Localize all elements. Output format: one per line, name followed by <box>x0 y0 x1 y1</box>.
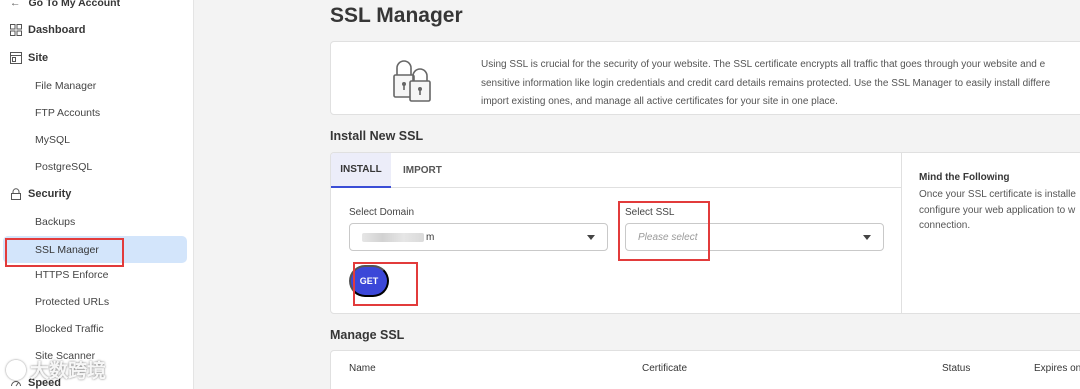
select-domain-dropdown[interactable]: m <box>349 223 608 251</box>
column-header-status: Status <box>942 363 971 374</box>
mind-following-title: Mind the Following <box>919 172 1010 183</box>
manage-ssl-table: Name Certificate Status Expires on <box>330 350 1080 389</box>
sidebar-item-dashboard[interactable]: Dashboard <box>0 17 194 43</box>
padlocks-illustration-icon <box>389 56 437 109</box>
column-header-name: Name <box>349 363 376 374</box>
sidebar-item-site[interactable]: Site <box>0 45 194 71</box>
highlight-box-select-ssl <box>618 201 710 261</box>
ssl-info-card: Using SSL is crucial for the security of… <box>330 41 1080 115</box>
highlight-box-ssl-manager <box>5 238 124 267</box>
sidebar-item-protected-urls[interactable]: Protected URLs <box>0 289 194 315</box>
select-domain-label: Select Domain <box>349 207 415 218</box>
watermark-logo-icon <box>6 359 26 380</box>
column-header-certificate: Certificate <box>642 363 688 374</box>
mind-following-text: Once your SSL certificate is installe co… <box>919 189 1076 231</box>
highlight-box-get-button <box>353 262 418 306</box>
tab-import[interactable]: IMPORT <box>403 153 442 188</box>
back-arrow-icon: ← <box>10 0 21 9</box>
sidebar: ← Go To My Account Dashboard Site File M… <box>0 0 194 389</box>
ssl-info-text: Using SSL is crucial for the security of… <box>481 59 1051 107</box>
manage-section-title: Manage SSL <box>330 328 405 342</box>
sidebar-item-postgresql[interactable]: PostgreSQL <box>0 154 194 180</box>
install-section-title: Install New SSL <box>330 129 424 143</box>
sidebar-item-file-manager[interactable]: File Manager <box>0 73 194 99</box>
go-to-account-link[interactable]: ← Go To My Account <box>0 0 194 16</box>
sidebar-item-blocked-traffic[interactable]: Blocked Traffic <box>0 316 194 342</box>
sidebar-item-security[interactable]: Security <box>0 181 194 207</box>
watermark: 大数跨境 <box>6 356 106 383</box>
lock-icon <box>10 188 22 200</box>
dashboard-grid-icon <box>10 24 22 36</box>
column-header-expires-on: Expires on <box>1034 363 1080 374</box>
site-window-icon <box>10 52 22 64</box>
tab-install[interactable]: INSTALL <box>331 153 391 188</box>
card-divider <box>901 153 902 313</box>
page-title: SSL Manager <box>330 4 463 27</box>
chevron-down-icon <box>587 235 595 240</box>
sidebar-item-mysql[interactable]: MySQL <box>0 127 194 153</box>
install-tabs: INSTALL IMPORT <box>331 153 902 188</box>
sidebar-item-backups[interactable]: Backups <box>0 209 194 235</box>
redacted-domain <box>362 232 424 242</box>
sidebar-item-ftp-accounts[interactable]: FTP Accounts <box>0 100 194 126</box>
chevron-down-icon <box>863 235 871 240</box>
